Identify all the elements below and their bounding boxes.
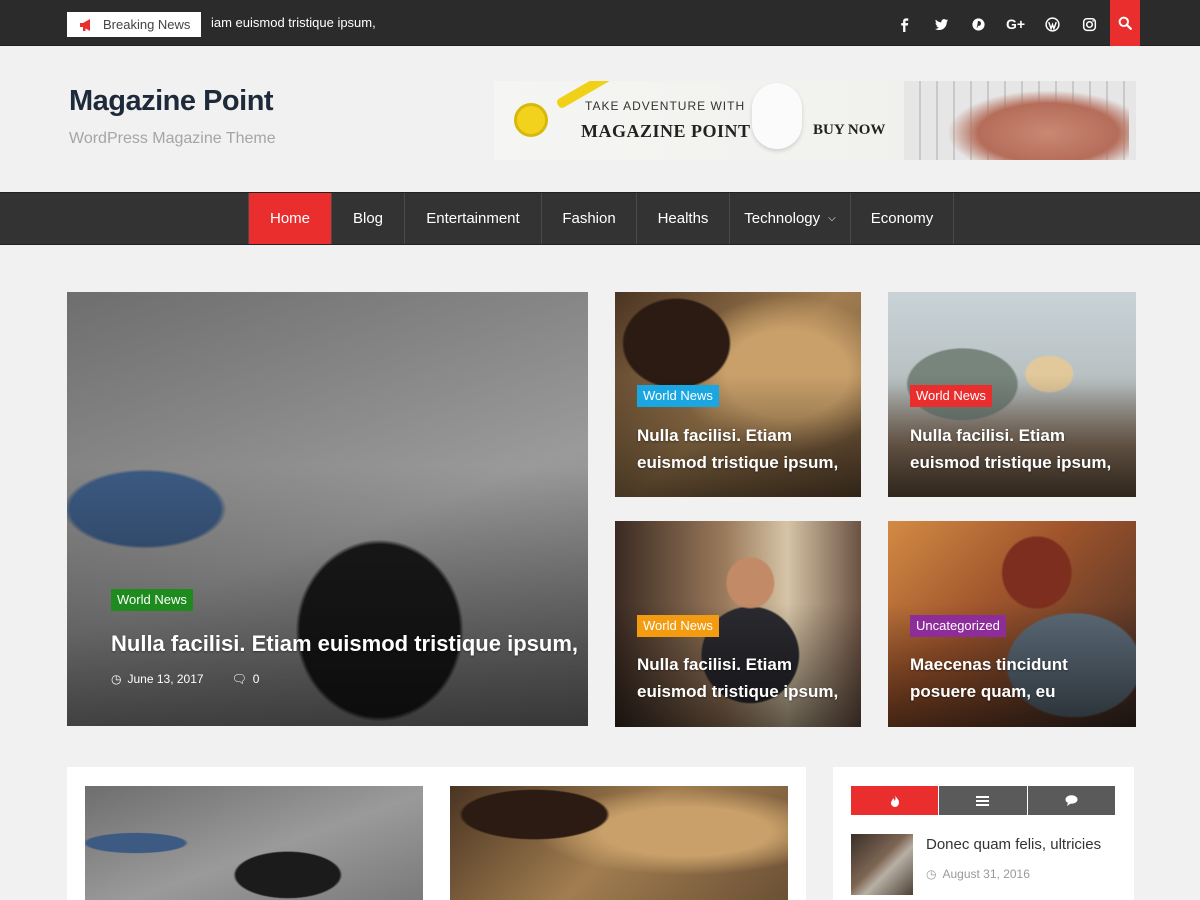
card-title-line: Nulla facilisi. Etiam [637, 426, 792, 445]
featured-card[interactable]: World News Nulla facilisi. Etiam euismod… [615, 521, 861, 727]
card-title[interactable]: Nulla facilisi. Etiam euismod tristique … [637, 422, 838, 476]
nav-item-healths[interactable]: Healths [637, 193, 730, 244]
category-badge[interactable]: World News [637, 385, 719, 407]
google-plus-icon[interactable]: G+ [997, 13, 1034, 35]
hand-graphic [949, 91, 1129, 160]
card-title-line: euismod tristique ipsum, [637, 682, 839, 701]
nav-item-home[interactable]: Home [249, 193, 332, 244]
breaking-news-text: Breaking News [103, 17, 191, 32]
banner-kicker: TAKE ADVENTURE WITH [585, 99, 746, 113]
featured-card[interactable]: World News Nulla facilisi. Etiam euismod… [888, 292, 1136, 497]
watch-graphic [514, 103, 548, 137]
chevron-down-icon: ⌵ [828, 213, 836, 224]
list-icon [976, 795, 990, 806]
megaphone-icon [80, 18, 90, 31]
news-ticker[interactable]: iam euismod tristique ipsum, [211, 15, 376, 30]
featured-card[interactable]: World News Nulla facilisi. Etiam euismod… [615, 292, 861, 497]
featured-main-title[interactable]: Nulla facilisi. Etiam euismod tristique … [111, 630, 578, 658]
card-title-line: Nulla facilisi. Etiam [910, 426, 1065, 445]
mouse-graphic [752, 83, 802, 149]
header-ad-banner[interactable]: TAKE ADVENTURE WITH MAGAZINE POINT BUY N… [494, 81, 1136, 160]
category-badge[interactable]: Uncategorized [910, 615, 1006, 637]
card-title-line: Maecenas tincidunt [910, 655, 1068, 674]
clock-icon: ◷ [111, 672, 122, 686]
facebook-icon[interactable] [886, 13, 923, 35]
clock-icon: ◷ [926, 867, 937, 881]
tab-popular[interactable] [851, 786, 940, 815]
post-meta: ◷ June 13, 2017 🗨 0 [111, 672, 259, 686]
nav-item-economy[interactable]: Economy [851, 193, 954, 244]
search-button[interactable] [1110, 0, 1140, 46]
tab-comments[interactable] [1027, 786, 1115, 815]
site-title[interactable]: Magazine Point [69, 85, 274, 118]
comment-count[interactable]: 0 [253, 672, 260, 686]
featured-card[interactable]: Uncategorized Maecenas tincidunt posuere… [888, 521, 1136, 727]
category-badge[interactable]: World News [637, 615, 719, 637]
comment-icon [1065, 795, 1078, 806]
nav-item-technology[interactable]: Technology ⌵ [730, 193, 851, 244]
nav-item-blog[interactable]: Blog [332, 193, 405, 244]
card-title-line: euismod tristique ipsum, [910, 453, 1112, 472]
card-title-line: Nulla facilisi. Etiam [637, 655, 792, 674]
sidebar-post-title[interactable]: Donec quam felis, ultricies [926, 836, 1101, 853]
featured-main-card[interactable]: World News Nulla facilisi. Etiam euismod… [67, 292, 588, 726]
sidebar-post-meta: ◷ August 31, 2016 [926, 867, 1030, 881]
card-title[interactable]: Nulla facilisi. Etiam euismod tristique … [637, 651, 838, 705]
wordpress-icon[interactable] [1034, 13, 1071, 35]
social-links: G+ [886, 13, 1108, 35]
instagram-icon[interactable] [1071, 13, 1108, 35]
search-icon [1118, 16, 1132, 30]
sidebar-tabs [851, 786, 1115, 815]
pinterest-icon[interactable] [960, 13, 997, 35]
post-date: June 13, 2017 [127, 672, 204, 686]
nav-item-entertainment[interactable]: Entertainment [405, 193, 542, 244]
post-thumbnail[interactable] [450, 786, 788, 900]
banner-cta: BUY NOW [813, 122, 886, 138]
fire-icon [890, 794, 899, 807]
twitter-icon[interactable] [923, 13, 960, 35]
sidebar-post-date: August 31, 2016 [942, 867, 1030, 881]
breaking-news-label: Breaking News [67, 12, 201, 37]
category-badge[interactable]: World News [910, 385, 992, 407]
banner-brand: MAGAZINE POINT [581, 121, 751, 141]
nav-item-technology-label: Technology [744, 210, 821, 227]
top-bar: Breaking News iam euismod tristique ipsu… [0, 0, 1200, 46]
card-title-line: euismod tristique ipsum, [637, 453, 839, 472]
category-badge[interactable]: World News [111, 589, 193, 611]
tab-recent[interactable] [939, 786, 1028, 815]
sidebar-post-thumbnail[interactable] [851, 834, 913, 895]
comment-icon: 🗨 [231, 672, 247, 686]
card-title[interactable]: Nulla facilisi. Etiam euismod tristique … [910, 422, 1111, 476]
card-title-line: posuere quam, eu [910, 682, 1056, 701]
site-tagline: WordPress Magazine Theme [69, 130, 276, 147]
main-navigation: Home Blog Entertainment Fashion Healths … [0, 192, 1200, 245]
card-title[interactable]: Maecenas tincidunt posuere quam, eu [910, 651, 1068, 705]
post-thumbnail[interactable] [85, 786, 423, 900]
nav-item-fashion[interactable]: Fashion [542, 193, 637, 244]
